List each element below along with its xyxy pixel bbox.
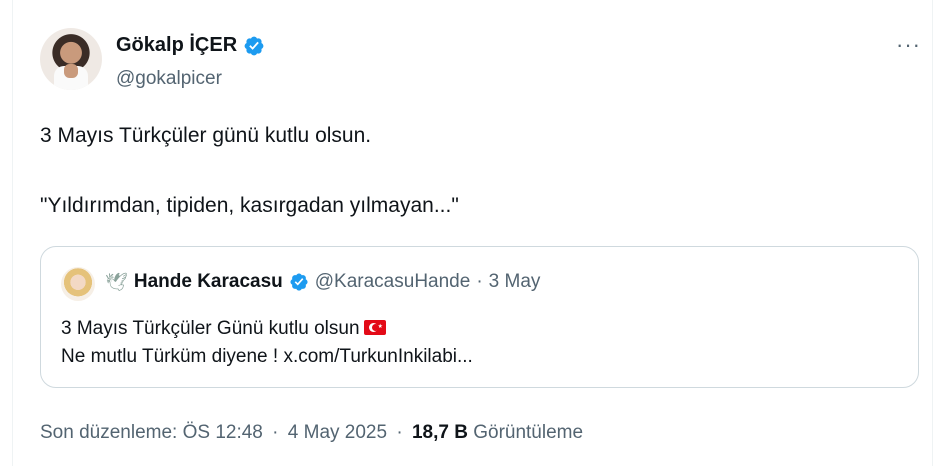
tweet-text-line-1: 3 Mayıs Türkçüler günü kutlu olsun. <box>40 124 372 147</box>
footer-separator-2: · <box>396 422 403 443</box>
quoted-tweet-header: 🕊 Hande Karacasu @KaracasuHande · 3 May <box>105 271 540 293</box>
quoted-tweet-text: 3 Mayıs Türkçüler Günü kutlu olsun ★ Ne m… <box>61 315 473 371</box>
timeline-left-border <box>12 0 13 466</box>
timeline-right-border <box>932 0 933 466</box>
quoted-author-display-name: Hande Karacasu <box>133 271 283 292</box>
quoted-verified-badge-icon <box>290 273 308 291</box>
quoted-text-line-1: 3 Mayıs Türkçüler Günü kutlu olsun ★ <box>61 315 473 343</box>
quoted-author-handle: @KaracasuHande <box>314 271 471 292</box>
tweet-header: Gökalp İÇER @gokalpicer ··· <box>40 28 925 92</box>
avatar-hands <box>64 64 78 78</box>
views-label: Görüntüleme <box>473 422 584 443</box>
footer-separator-1: · <box>272 422 279 443</box>
verified-badge-icon <box>244 36 264 55</box>
tweet-footer: Son düzenleme: ÖS 12:48 · 4 May 2025 · 1… <box>40 422 583 444</box>
quoted-tweet-card[interactable]: 🕊 Hande Karacasu @KaracasuHande · 3 May … <box>40 246 919 388</box>
tweet-text: 3 Mayıs Türkçüler günü kutlu olsun. "Yıl… <box>40 122 459 220</box>
quoted-tweet-date: 3 May <box>488 271 541 292</box>
tweet-date[interactable]: 4 May 2025 <box>288 422 387 443</box>
more-options-icon[interactable]: ··· <box>896 32 921 58</box>
views-count: 18,7 B <box>411 422 468 443</box>
edited-timestamp[interactable]: Son düzenleme: ÖS 12:48 <box>40 422 263 443</box>
quoted-text-line-2: Ne mutlu Türküm diyene ! x.com/TurkunInk… <box>61 346 473 367</box>
author-name-row: Gökalp İÇER <box>116 34 265 57</box>
turkey-flag-icon: ★ <box>363 320 386 335</box>
quoted-meta-separator: · <box>476 271 483 292</box>
tweet-text-line-2: "Yıldırımdan, tipiden, kasırgadan yılmay… <box>40 194 459 217</box>
quoted-text-line-1-text: 3 Mayıs Türkçüler Günü kutlu olsun <box>61 318 360 339</box>
author-handle[interactable]: @gokalpicer <box>116 68 222 90</box>
author-avatar[interactable] <box>40 28 102 90</box>
author-display-name[interactable]: Gökalp İÇER <box>116 34 237 57</box>
quoted-author-avatar <box>61 267 95 301</box>
dove-icon: 🕊 <box>105 271 128 292</box>
